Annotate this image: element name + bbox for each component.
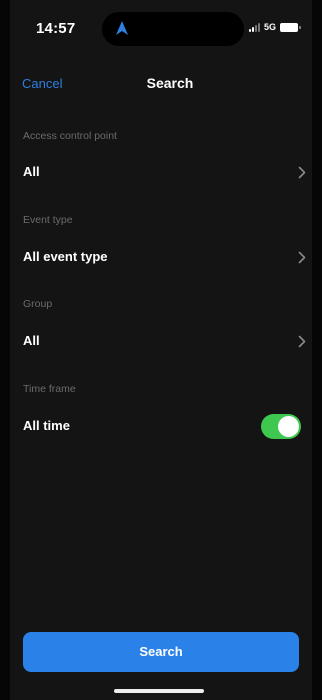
status-time: 14:57	[36, 20, 76, 37]
search-button[interactable]: Search	[23, 632, 299, 672]
battery-icon	[280, 22, 301, 32]
toggle-knob	[278, 416, 299, 437]
group-value: All	[23, 333, 40, 348]
search-screen: 14:57 5G Cancel Search Access control po…	[0, 0, 322, 700]
time-frame-row: All time	[10, 410, 312, 444]
navigation-arrow-icon	[116, 21, 128, 35]
access-point-value: All	[23, 164, 40, 179]
cellular-signal-icon	[248, 22, 260, 32]
network-type-label: 5G	[263, 22, 276, 32]
screen-edge-right	[312, 0, 322, 700]
status-bar: 14:57 5G	[10, 0, 312, 60]
chevron-right-icon	[298, 166, 306, 179]
event-type-value: All event type	[23, 249, 108, 264]
nav-bar: Cancel Search	[10, 66, 312, 102]
time-frame-section-label: Time frame	[23, 383, 76, 395]
event-type-row[interactable]: All event type	[10, 241, 312, 275]
status-indicators: 5G	[248, 22, 301, 32]
access-point-row[interactable]: All	[10, 156, 312, 190]
access-point-section-label: Access control point	[23, 130, 117, 142]
dynamic-island	[102, 12, 244, 46]
screen-edge-left	[0, 0, 10, 700]
group-section-label: Group	[23, 298, 53, 310]
home-indicator[interactable]	[114, 689, 204, 693]
page-title: Search	[146, 75, 194, 91]
all-time-toggle[interactable]	[261, 414, 301, 439]
event-type-section-label: Event type	[23, 214, 73, 226]
chevron-right-icon	[298, 251, 306, 264]
chevron-right-icon	[298, 335, 306, 348]
group-row[interactable]: All	[10, 325, 312, 359]
time-frame-value: All time	[23, 418, 70, 433]
